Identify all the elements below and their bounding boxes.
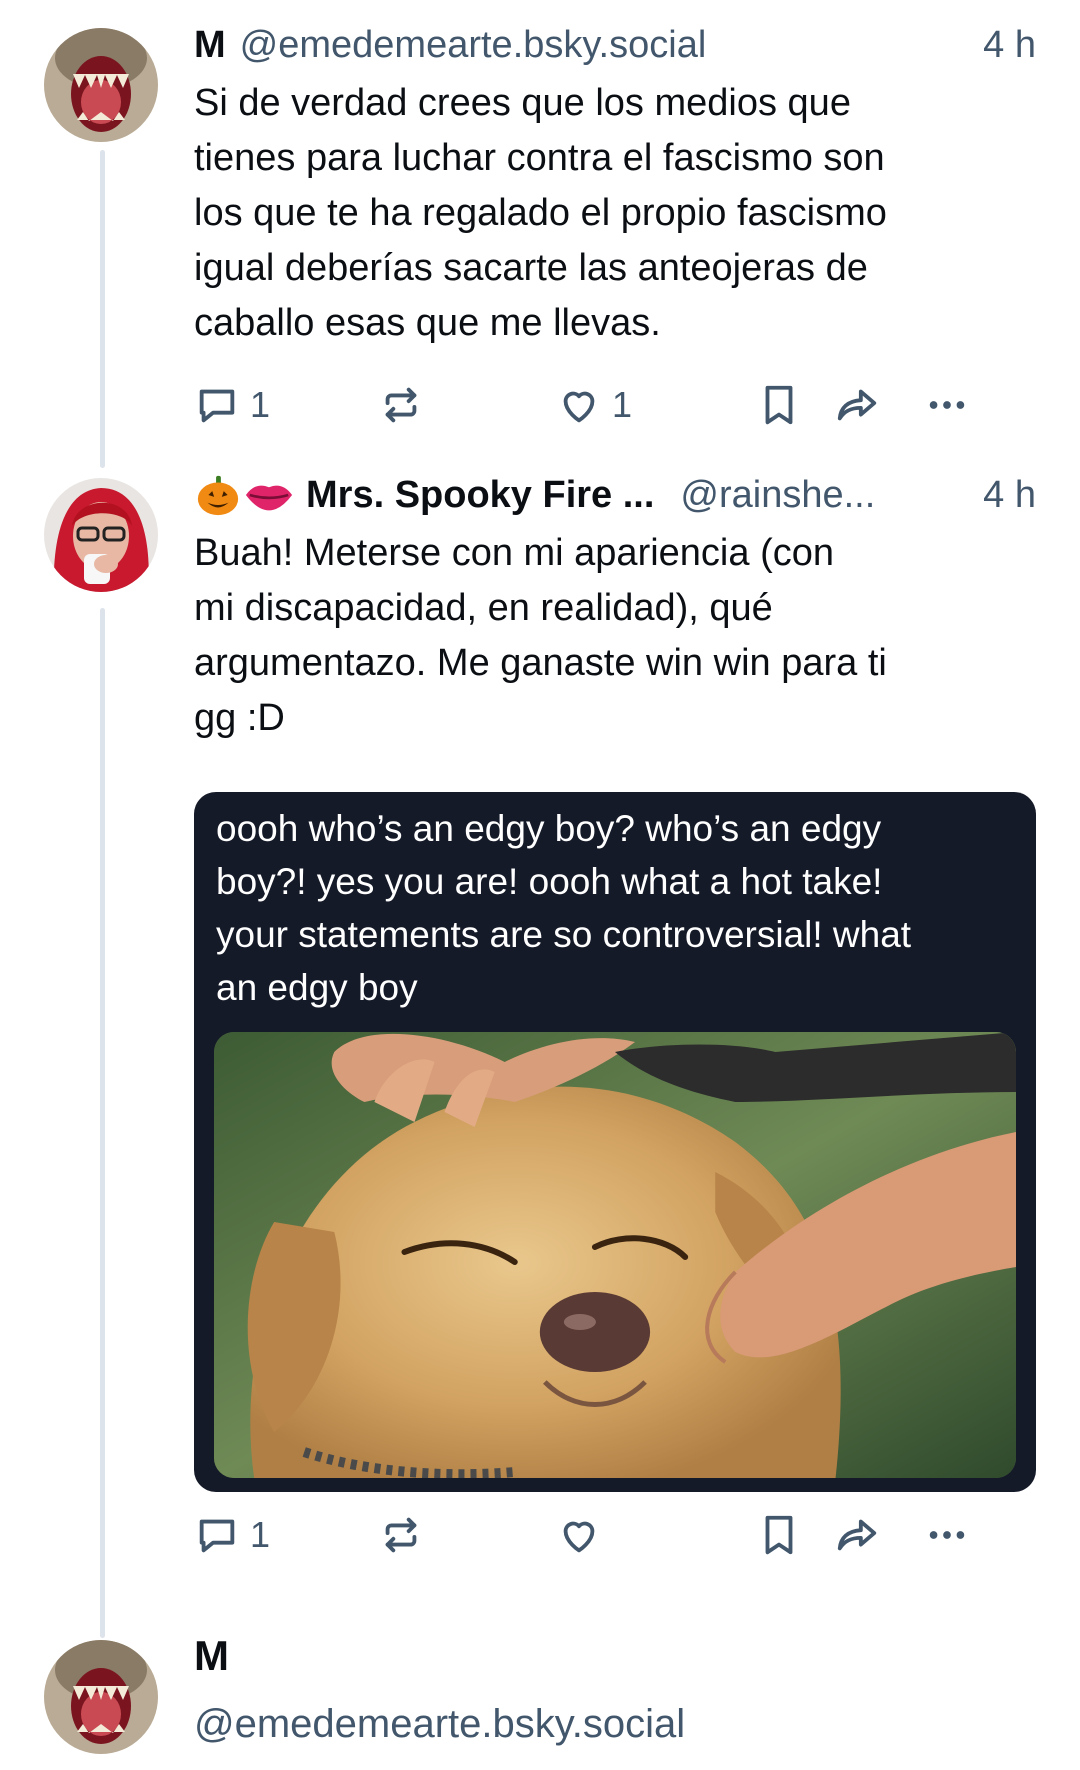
author-name[interactable]: M xyxy=(194,24,226,67)
more-icon xyxy=(929,1531,965,1539)
post-2[interactable]: Mrs. Spooky Fire ... @rainshe... 4 h Bua… xyxy=(194,470,1036,746)
post-text-line: argumentazo. Me ganaste win win para ti xyxy=(194,642,887,684)
more-button[interactable] xyxy=(924,382,970,428)
heart-icon xyxy=(563,1521,595,1553)
post-header: M @emedemearte.bsky.social 4 h xyxy=(194,20,1036,70)
more-button[interactable] xyxy=(924,1512,970,1558)
reply-icon xyxy=(199,1519,235,1553)
post-header: Mrs. Spooky Fire ... @rainshe... 4 h xyxy=(194,470,1036,520)
post-1[interactable]: M @emedemearte.bsky.social 4 h Si de ver… xyxy=(194,20,1036,351)
share-button[interactable] xyxy=(834,1512,880,1558)
post-text: Si de verdad crees que los medios que ti… xyxy=(194,76,1036,351)
image-caption-line: oooh who’s an edgy boy? who’s an edgy xyxy=(216,808,882,849)
dog-photo xyxy=(214,1032,1016,1478)
thread-line-1 xyxy=(100,150,105,468)
lips-emoji-icon xyxy=(245,485,293,511)
post-text-line: Buah! Meterse con mi apariencia (con xyxy=(194,532,834,574)
repost-icon xyxy=(385,387,417,423)
post-text-line: igual deberías sacarte las anteojeras de xyxy=(194,247,868,289)
post-text-line: los que te ha regalado el propio fascism… xyxy=(194,192,887,234)
post-time[interactable]: 4 h xyxy=(983,474,1036,517)
display-name-emojis xyxy=(194,472,294,518)
image-caption-line: your statements are so controversial! wh… xyxy=(216,914,912,955)
avatar[interactable] xyxy=(44,478,158,592)
thread-line-2 xyxy=(100,608,105,1638)
like-button[interactable]: 1 xyxy=(556,382,632,428)
avatar[interactable] xyxy=(44,1640,158,1754)
reply-count: 1 xyxy=(250,1514,271,1555)
image-caption-line: boy?! yes you are! oooh what a hot take! xyxy=(216,861,883,902)
pumpkin-emoji-icon xyxy=(197,475,239,516)
author-name[interactable]: M xyxy=(194,1632,1036,1680)
post-text-line: mi discapacidad, en realidad), qué xyxy=(194,587,773,629)
author-name[interactable]: Mrs. Spooky Fire ... xyxy=(306,474,654,517)
bookmark-button[interactable] xyxy=(756,382,802,428)
post-image[interactable]: oooh who’s an edgy boy? who’s an edgy bo… xyxy=(194,792,1036,1492)
reply-button[interactable]: 1 xyxy=(194,382,270,428)
like-button[interactable] xyxy=(556,1512,612,1558)
image-caption-line: an edgy boy xyxy=(216,967,418,1008)
repost-button[interactable] xyxy=(378,382,424,428)
post-text-line: tienes para luchar contra el fascismo so… xyxy=(194,137,885,179)
post-text-line: gg :D xyxy=(194,697,285,739)
heart-icon xyxy=(563,391,595,423)
share-icon xyxy=(837,1519,877,1551)
bookmark-icon xyxy=(765,1515,793,1555)
share-icon xyxy=(837,389,877,421)
post-actions: 1 1 xyxy=(194,382,1036,432)
author-handle[interactable]: @emedemearte.bsky.social xyxy=(240,24,970,67)
like-count: 1 xyxy=(612,384,633,425)
bookmark-icon xyxy=(765,385,793,425)
repost-button[interactable] xyxy=(378,1512,424,1558)
post-text: Buah! Meterse con mi apariencia (con mi … xyxy=(194,526,1036,746)
author-handle[interactable]: @emedemearte.bsky.social xyxy=(194,1702,1036,1747)
reply-icon xyxy=(199,389,235,423)
image-caption: oooh who’s an edgy boy? who’s an edgy bo… xyxy=(216,802,1018,1014)
avatar[interactable] xyxy=(44,28,158,142)
post-time[interactable]: 4 h xyxy=(983,24,1036,67)
reply-button[interactable]: 1 xyxy=(194,1512,270,1558)
reply-count: 1 xyxy=(250,384,271,425)
post-actions: 1 xyxy=(194,1512,1036,1562)
post-text-line: Si de verdad crees que los medios que xyxy=(194,82,851,124)
repost-icon xyxy=(385,1517,417,1553)
more-icon xyxy=(929,401,965,409)
author-handle[interactable]: @rainshe... xyxy=(680,474,969,517)
post-text-line: caballo esas que me llevas. xyxy=(194,302,661,344)
composer-profile[interactable]: M @emedemearte.bsky.social xyxy=(194,1632,1036,1747)
bookmark-button[interactable] xyxy=(756,1512,802,1558)
share-button[interactable] xyxy=(834,382,880,428)
